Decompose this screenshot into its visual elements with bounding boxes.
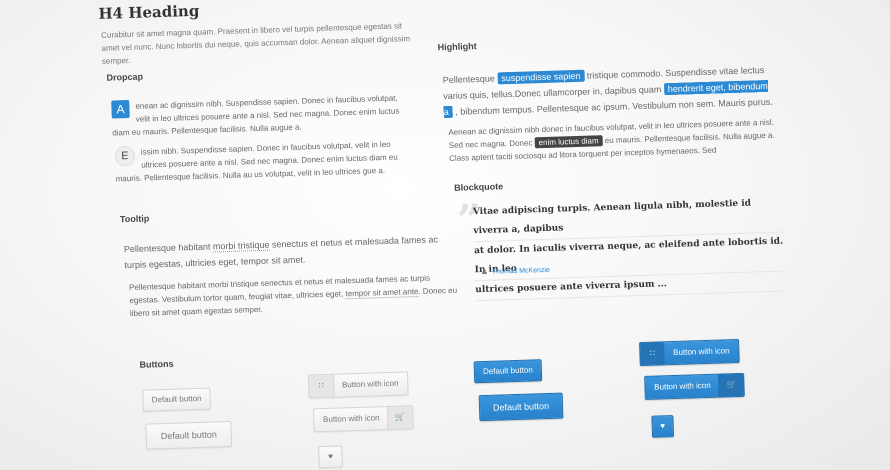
highlight-blue: suspendisse sapien — [497, 69, 585, 85]
button-label: Button with icon — [673, 346, 730, 358]
button-label: Button with icon — [341, 378, 399, 390]
highlight-paragraph-2: Aenean ac dignissim nibh donec in faucib… — [448, 116, 779, 165]
button-label: Default button — [160, 429, 217, 442]
stage: H4 Heading Curabitur sit amet magna quam… — [0, 0, 890, 470]
primary-button-large[interactable]: Default button — [478, 392, 564, 422]
primary-button-small[interactable]: Default button — [473, 359, 543, 384]
highlight-text: Pellentesque — [442, 73, 498, 86]
dropcap-paragraph-1: A enean ac dignissim nibh. Suspendisse s… — [111, 91, 412, 139]
highlight-paragraph-1: Pellentesque suspendisse sapien tristiqu… — [442, 62, 773, 120]
heart-icon: ♥ — [327, 451, 334, 461]
tooltip-text: Pellentesque habitant — [123, 241, 214, 255]
highlight-dark: enim luctus diam — [534, 135, 603, 149]
tooltip-trigger-2[interactable]: tempor sit amet ante — [345, 287, 419, 300]
blockquote-title: Blockquote — [453, 181, 504, 193]
button-label: Default button — [482, 365, 533, 377]
default-button-small[interactable]: Default button — [142, 387, 211, 412]
dropcap-letter-grey: E — [114, 145, 136, 167]
buttons-title: Buttons — [139, 358, 174, 370]
primary-icon-button-right[interactable]: Button with icon 🛒 — [644, 372, 745, 400]
heart-icon: ♥ — [660, 421, 666, 431]
dropcap-letter-blue: A — [111, 99, 130, 119]
typography-showcase: H4 Heading Curabitur sit amet magna quam… — [0, 0, 890, 470]
highlight-title: Highlight — [437, 41, 477, 53]
person-icon: ♟ — [480, 266, 489, 277]
dropcap-text-2: issim nibh. Suspendisse sapien. Donec in… — [115, 139, 398, 184]
highlight-text: , bibendum tempus. Pellentesque ac ipsum… — [452, 96, 773, 117]
grid-icon: ∷ — [640, 342, 665, 366]
h4-heading: H4 Heading — [98, 1, 200, 23]
icon-button-left[interactable]: ∷ Button with icon — [307, 371, 409, 399]
primary-heart-button[interactable]: ♥ — [651, 415, 675, 438]
tooltip-title: Tooltip — [119, 213, 150, 225]
heart-button[interactable]: ♥ — [318, 445, 343, 469]
tooltip-paragraph-2: Pellentesque habitant morbi tristique se… — [129, 271, 460, 320]
tooltip-trigger-1[interactable]: morbi tristique — [212, 239, 270, 253]
grid-icon: ∷ — [308, 374, 335, 398]
dropcap-text-1: enean ac dignissim nibh. Suspendisse sap… — [112, 93, 400, 138]
tooltip-paragraph-1: Pellentesque habitant morbi tristique se… — [124, 231, 455, 273]
button-label: Default button — [151, 393, 202, 405]
dropcap-paragraph-2: E issim nibh. Suspendisse sapien. Donec … — [114, 137, 416, 185]
button-label: Button with icon — [322, 413, 380, 425]
dropcap-title: Dropcap — [106, 71, 144, 83]
icon-button-right[interactable]: Button with icon 🛒 — [312, 405, 414, 433]
primary-icon-button-left[interactable]: ∷ Button with icon — [639, 338, 740, 367]
default-button-large[interactable]: Default button — [145, 420, 233, 450]
blockquote-text: Vitae adipiscing turpis. Aenean ligula n… — [472, 193, 786, 302]
button-label: Button with icon — [654, 380, 711, 392]
cart-icon: 🛒 — [386, 406, 413, 430]
button-label: Default button — [492, 400, 550, 413]
heading-lead-text: Curabitur sit amet magna quam. Praesent … — [101, 21, 411, 66]
cart-icon: 🛒 — [718, 373, 744, 397]
